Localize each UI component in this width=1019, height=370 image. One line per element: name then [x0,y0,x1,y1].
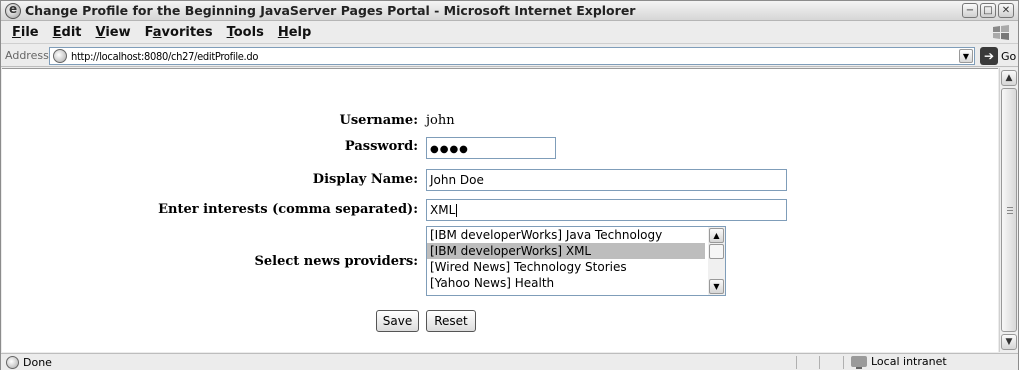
scroll-down-icon[interactable]: ▼ [709,279,724,294]
menu-file[interactable]: File [12,25,39,40]
news-providers-listbox[interactable]: [IBM developerWorks] Java Technology [IB… [426,226,726,296]
status-divider [796,356,797,369]
internet-explorer-icon[interactable] [5,2,21,19]
window-controls: − □ ✕ [962,3,1014,18]
menu-tools[interactable]: Tools [227,25,264,40]
display-name-label: Display Name: [312,172,418,187]
username-label: Username: [339,113,418,128]
grip-icon [1007,207,1013,214]
go-button[interactable]: ➔ Go [980,47,1016,65]
display-name-value: John Doe [430,173,484,187]
provider-option[interactable]: [IBM developerWorks] Java Technology [427,227,705,243]
status-divider [843,356,844,369]
username-value: john [426,113,455,128]
address-bar: Address http://localhost:8080/ch27/editP… [1,45,1018,67]
provider-option-selected[interactable]: [IBM developerWorks] XML [427,243,705,259]
interests-value: XML [430,203,456,217]
menu-help[interactable]: Help [278,25,311,40]
close-button[interactable]: ✕ [998,3,1014,18]
listbox-scrollbar[interactable]: ▲ ▼ [708,227,725,295]
address-field[interactable]: http://localhost:8080/ch27/editProfile.d… [49,47,975,65]
page-content: Username: john Password: ●●●● Display Na… [2,68,998,352]
page-scroll-up-icon[interactable]: ▲ [1001,70,1017,86]
security-zone: Local intranet [851,355,947,369]
menu-favorites[interactable]: Favorites [145,25,213,40]
menu-bar: File Edit View Favorites Tools Help [1,22,1018,44]
intranet-icon [851,356,867,369]
scroll-up-icon[interactable]: ▲ [709,228,724,243]
password-field[interactable]: ●●●● [426,137,556,159]
title-bar: Change Profile for the Beginning JavaSer… [1,1,1018,21]
zone-text: Local intranet [871,355,947,368]
status-text: Done [23,355,52,369]
minimize-button[interactable]: − [962,3,978,18]
provider-option[interactable]: [Wired News] Technology Stories [427,259,705,275]
reset-button[interactable]: Reset [426,310,476,332]
password-label: Password: [344,139,418,154]
maximize-button[interactable]: □ [980,3,996,18]
provider-option[interactable]: [Yahoo News] Health [427,275,705,291]
save-button[interactable]: Save [376,310,419,332]
interests-field[interactable]: XML [426,199,787,221]
password-value: ●●●● [430,144,469,155]
status-page-icon [6,355,19,369]
display-name-field[interactable]: John Doe [426,169,787,191]
page-scrollbar[interactable]: ▲ ▼ [999,68,1018,352]
text-caret [456,204,458,217]
browser-window: Change Profile for the Beginning JavaSer… [0,0,1019,370]
address-url[interactable]: http://localhost:8080/ch27/editProfile.d… [71,50,258,63]
listbox-scroll-thumb[interactable] [709,244,724,259]
menu-edit[interactable]: Edit [53,25,82,40]
status-bar: Done Local intranet [1,353,1018,370]
status-divider [819,356,820,369]
providers-label: Select news providers: [254,254,418,269]
windows-logo-icon [993,25,1009,40]
address-label: Address [5,49,49,62]
page-scroll-thumb[interactable] [1001,88,1017,332]
menu-view[interactable]: View [96,25,131,40]
go-arrow-icon[interactable]: ➔ [980,47,998,65]
page-icon [53,49,67,63]
address-dropdown-icon[interactable]: ▼ [959,49,973,63]
go-label[interactable]: Go [1001,50,1016,63]
interests-label: Enter interests (comma separated): [158,202,418,217]
window-title: Change Profile for the Beginning JavaSer… [25,3,636,18]
page-scroll-down-icon[interactable]: ▼ [1001,334,1017,350]
